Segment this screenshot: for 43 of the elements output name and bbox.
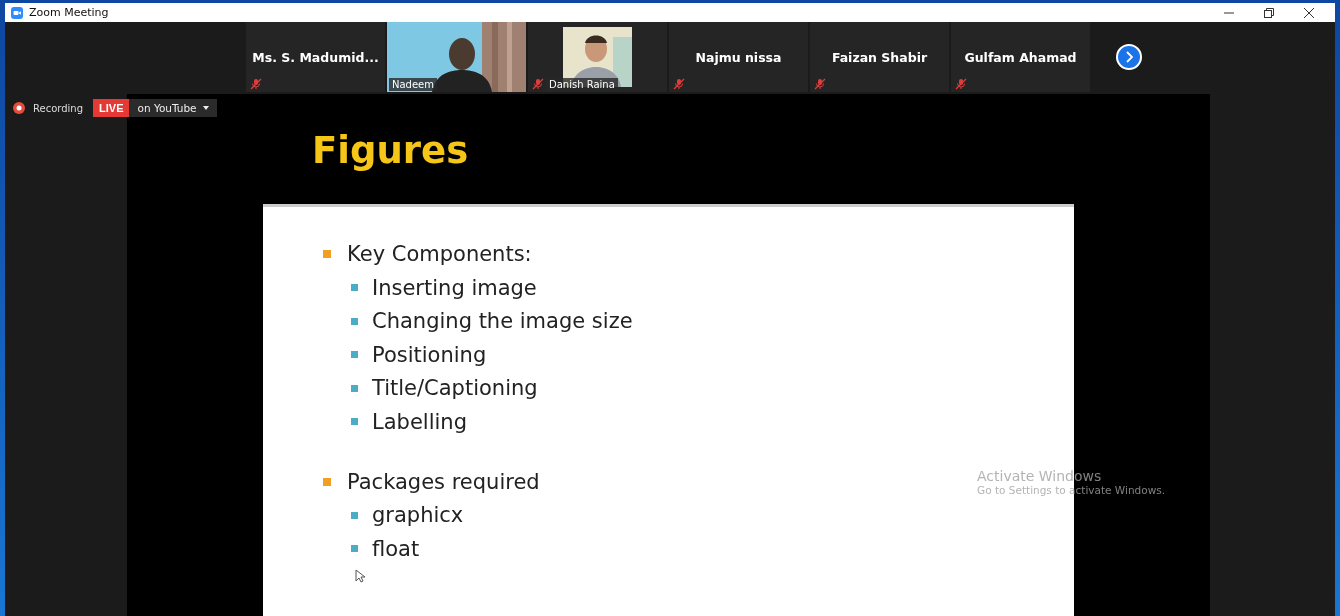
participant-tile[interactable]: Danish Raina xyxy=(528,22,667,92)
bullet-text: graphicx xyxy=(372,503,464,528)
bullet-text: Labelling xyxy=(372,409,467,434)
live-target-dropdown[interactable]: on YouTube xyxy=(129,99,217,117)
participant-name: Gulfam Ahamad xyxy=(964,49,1077,65)
bullet-icon xyxy=(351,511,358,519)
bullet-icon xyxy=(351,284,358,292)
participant-name: Najmu nissa xyxy=(695,49,782,65)
camera-icon xyxy=(11,6,23,19)
slide-title: Figures xyxy=(312,129,470,174)
bullet-text: Key Components: xyxy=(347,242,532,266)
bullet-text: Inserting image xyxy=(372,275,537,300)
bullet-icon xyxy=(351,351,358,359)
bullet-text: Title/Captioning xyxy=(372,376,538,401)
caret-icon xyxy=(202,106,209,110)
next-page-button[interactable] xyxy=(1116,44,1142,70)
bullet-text: Changing the image size xyxy=(372,309,633,334)
live-badge[interactable]: LIVE xyxy=(93,99,130,117)
participant-tile[interactable]: Najmu nissa xyxy=(669,22,808,92)
window-title: Zoom Meeting xyxy=(29,6,110,19)
close-icon[interactable] xyxy=(1304,7,1314,18)
bullet-icon xyxy=(351,418,358,426)
participant-name: Faizan Shabir xyxy=(831,49,928,65)
bullet-text: float xyxy=(372,536,420,561)
participant-name: Ms. S. Madumid... xyxy=(252,49,379,65)
bullet-icon xyxy=(323,477,331,486)
participant-video-tile[interactable]: Nadeem xyxy=(387,22,526,92)
bullet-text: Packages required xyxy=(347,469,540,494)
participant-tile[interactable]: Faizan Shabir xyxy=(810,22,949,92)
bullet-icon xyxy=(351,317,358,325)
bullet-text: Positioning xyxy=(372,342,487,367)
record-icon xyxy=(13,102,25,114)
recording-label: Recording xyxy=(33,102,83,114)
bullet-icon xyxy=(323,250,331,258)
participant-tile[interactable]: Gulfam Ahamad xyxy=(951,22,1090,92)
bullet-icon xyxy=(351,384,358,392)
participant-name: Danish Raina xyxy=(546,78,618,91)
chevron-right-icon xyxy=(1125,51,1133,63)
participant-tile[interactable]: Ms. S. Madumid... xyxy=(246,22,385,92)
bullet-icon xyxy=(351,545,358,553)
cursor-icon xyxy=(355,569,365,583)
participant-name: Nadeem xyxy=(389,78,437,91)
restore-icon[interactable] xyxy=(1264,7,1274,18)
